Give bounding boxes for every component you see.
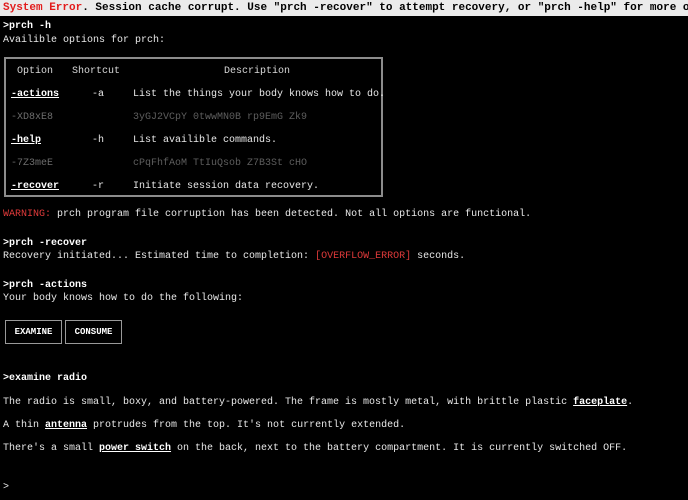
faceplate-link[interactable]: faceplate bbox=[573, 397, 627, 408]
recovery-suffix: seconds. bbox=[411, 251, 466, 262]
warning-text: prch program file corruption has been de… bbox=[51, 209, 532, 220]
shortcut-help: -h bbox=[92, 135, 105, 146]
overflow-error: [OVERFLOW_ERROR] bbox=[315, 251, 412, 262]
system-error-banner: System Error. Session cache corrupt. Use… bbox=[0, 0, 688, 16]
description-corrupted-2: cPqFhfAoM TtIuQsob Z7B3St cHO bbox=[133, 158, 308, 169]
examine-button[interactable]: EXAMINE bbox=[5, 320, 62, 344]
option-actions[interactable]: -actions bbox=[11, 89, 59, 101]
option-help[interactable]: -help bbox=[11, 135, 41, 147]
command-examine-radio: >examine radio bbox=[3, 373, 88, 384]
command-prch-actions: >prch -actions bbox=[3, 280, 88, 291]
warning-line: WARNING: prch program file corruption ha… bbox=[3, 209, 531, 221]
option-corrupted-2: -7Z3meE bbox=[11, 158, 54, 169]
radio-description-3: There's a small power switch on the back… bbox=[3, 443, 627, 455]
radio-description-2: A thin antenna protrudes from the top. I… bbox=[3, 420, 405, 432]
actions-intro: Your body knows how to do the following: bbox=[3, 293, 244, 304]
radio-desc-2-end: protrudes from the top. It's not current… bbox=[87, 420, 406, 431]
options-table: Option Shortcut Description -actions -a … bbox=[4, 57, 386, 197]
command-prompt[interactable]: > bbox=[3, 482, 9, 494]
shortcut-actions: -a bbox=[92, 89, 105, 100]
shortcut-recover: -r bbox=[92, 181, 105, 192]
recovery-line: Recovery initiated... Estimated time to … bbox=[3, 251, 465, 263]
description-actions: List the things your body knows how to d… bbox=[133, 89, 386, 100]
description-help: List availible commands. bbox=[133, 135, 278, 146]
command-prch-h: >prch -h bbox=[3, 21, 52, 32]
command-prch-recover: >prch -recover bbox=[3, 238, 88, 249]
option-recover[interactable]: -recover bbox=[11, 181, 59, 193]
table-header-shortcut: Shortcut bbox=[72, 66, 121, 77]
antenna-link[interactable]: antenna bbox=[45, 420, 87, 431]
system-error-message: . Session cache corrupt. Use "prch -reco… bbox=[82, 2, 688, 14]
description-corrupted-1: 3yGJ2VCpY 0twwMN0B rp9EmG Zk9 bbox=[133, 112, 308, 123]
recovery-prefix: Recovery initiated... Estimated time to … bbox=[3, 251, 316, 262]
warning-label: WARNING: bbox=[3, 209, 52, 220]
options-intro: Availible options for prch: bbox=[3, 35, 166, 46]
power-switch-link[interactable]: power switch bbox=[99, 443, 171, 454]
radio-desc-2-text: A thin bbox=[3, 420, 46, 431]
table-header-option: Option bbox=[17, 66, 54, 77]
radio-desc-3-text: There's a small bbox=[3, 443, 100, 454]
description-recover: Initiate session data recovery. bbox=[133, 181, 320, 192]
option-corrupted-1: -XD8xE8 bbox=[11, 112, 54, 123]
radio-description-1: The radio is small, boxy, and battery-po… bbox=[3, 397, 633, 409]
consume-button[interactable]: CONSUME bbox=[65, 320, 122, 344]
table-header-description: Description bbox=[224, 66, 291, 77]
system-error-label: System Error bbox=[3, 2, 83, 14]
radio-desc-1-end: . bbox=[627, 397, 634, 408]
radio-desc-1-text: The radio is small, boxy, and battery-po… bbox=[3, 397, 574, 408]
radio-desc-3-end: on the back, next to the battery compart… bbox=[171, 443, 628, 454]
